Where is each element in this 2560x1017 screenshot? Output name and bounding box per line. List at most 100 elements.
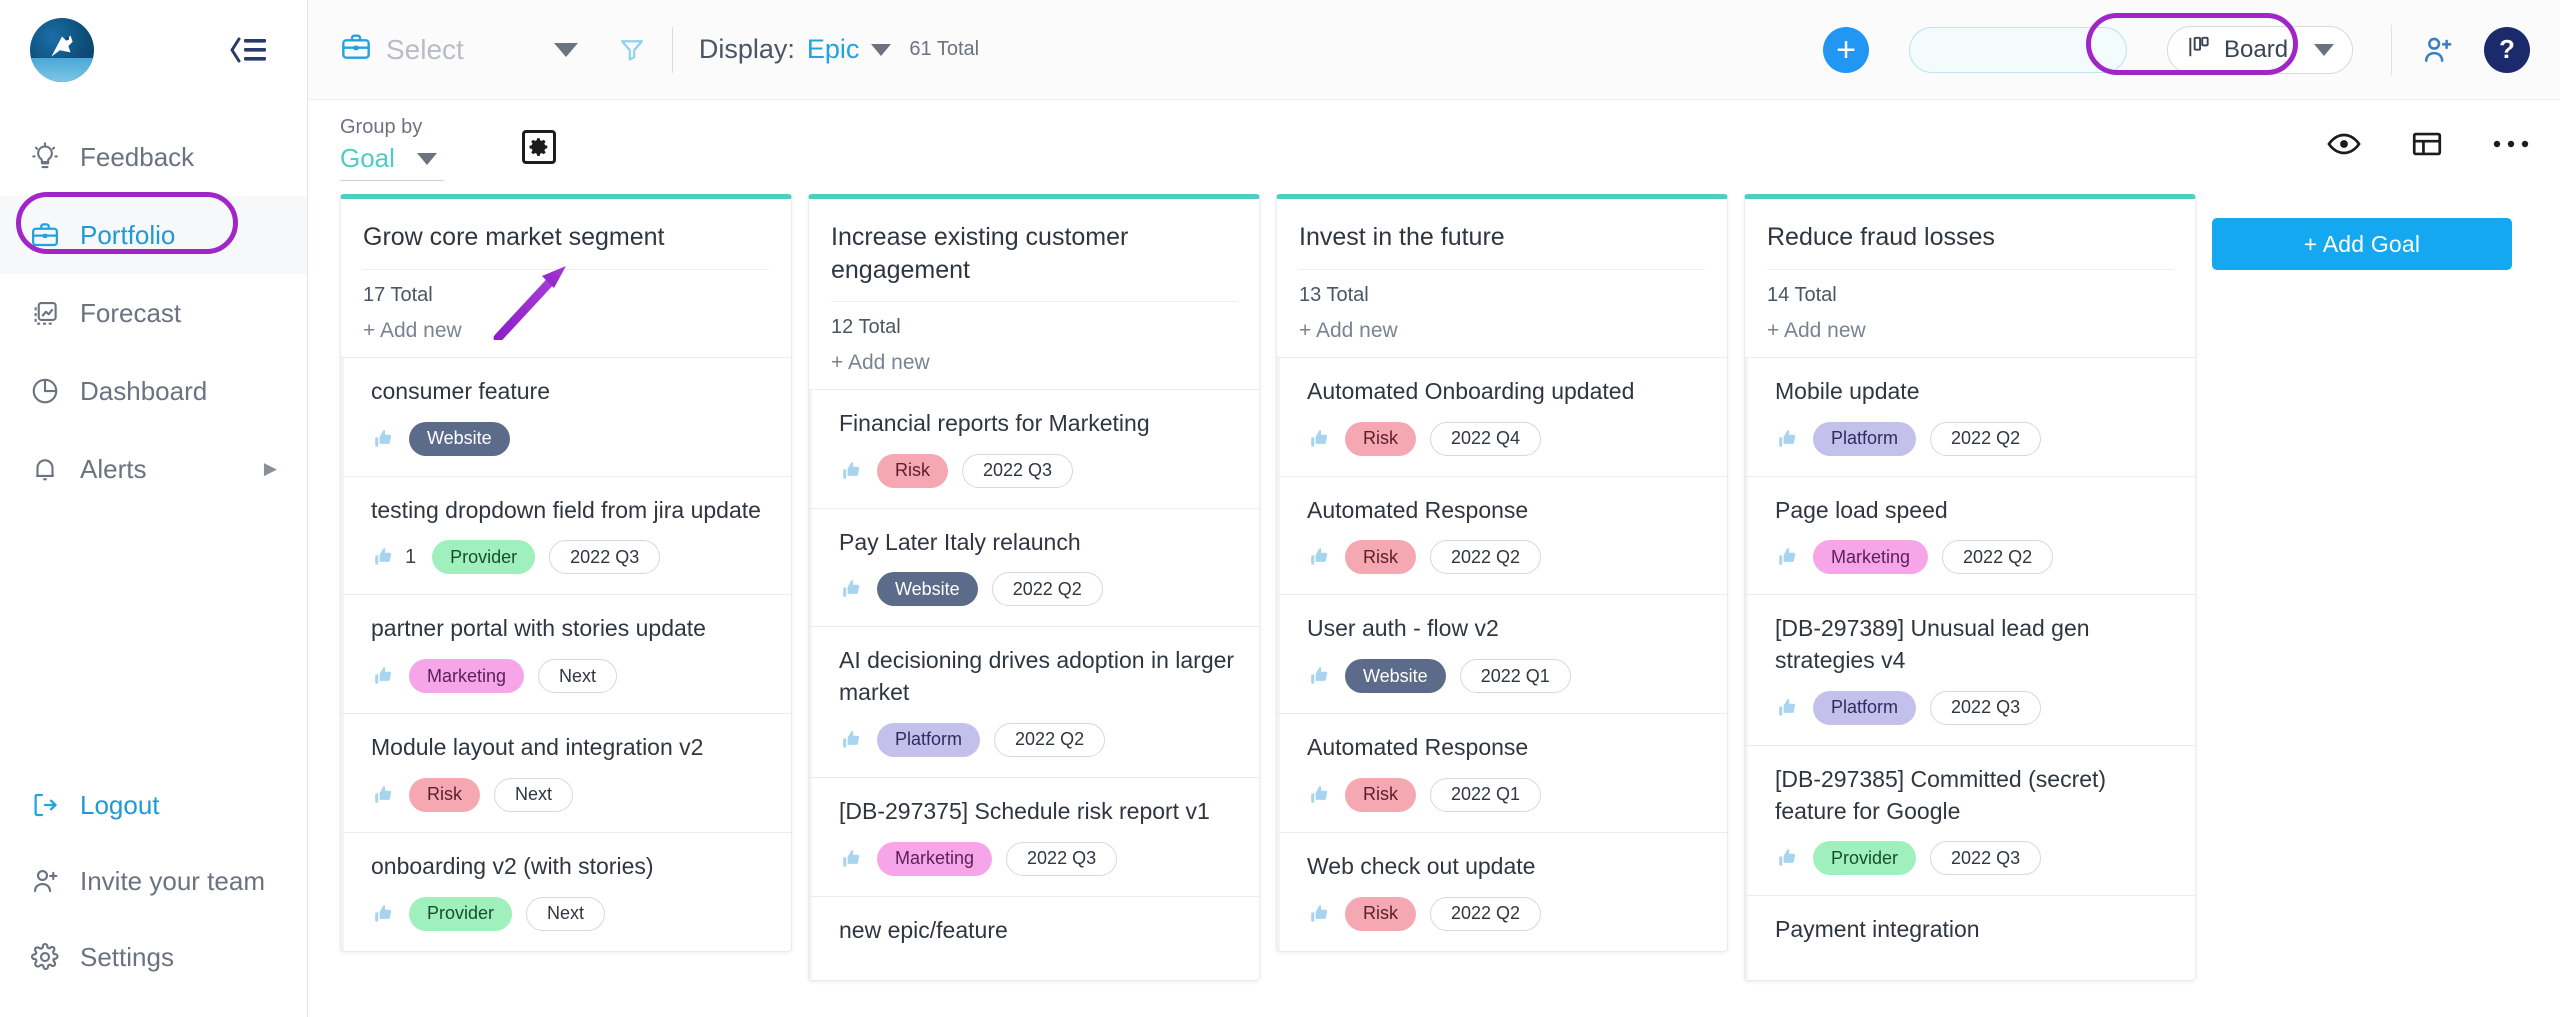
group-by-goal-dropdown[interactable]: Goal bbox=[340, 143, 444, 181]
thumbs-up-icon[interactable] bbox=[1775, 545, 1799, 569]
epic-card[interactable]: new epic/feature bbox=[809, 895, 1259, 981]
more-horizontal-icon[interactable] bbox=[2492, 137, 2530, 151]
timeframe-tag[interactable]: 2022 Q1 bbox=[1430, 777, 1542, 812]
thumbs-up-icon[interactable] bbox=[371, 427, 395, 451]
timeframe-tag[interactable]: 2022 Q2 bbox=[1430, 896, 1542, 931]
thumbs-up-icon[interactable] bbox=[839, 577, 863, 601]
thumbs-up-icon[interactable] bbox=[1775, 846, 1799, 870]
category-tag[interactable]: Marketing bbox=[877, 841, 993, 876]
add-item-button[interactable]: + bbox=[1823, 26, 1869, 73]
timeframe-tag[interactable]: 2022 Q2 bbox=[991, 572, 1103, 607]
epic-card[interactable]: Financial reports for Marketing Risk 2022 … bbox=[809, 389, 1259, 508]
add-new-item-link[interactable]: + Add new bbox=[341, 307, 791, 357]
epic-card[interactable]: partner portal with stories update Market… bbox=[341, 594, 791, 714]
timeframe-tag[interactable]: Next bbox=[538, 659, 618, 694]
epic-card[interactable]: [DB-297375] Schedule risk report v1 Marke… bbox=[809, 776, 1259, 896]
search-box[interactable] bbox=[1909, 26, 2196, 73]
timeframe-tag[interactable]: 2022 Q3 bbox=[549, 540, 661, 575]
thumbs-up-icon[interactable] bbox=[371, 545, 395, 569]
thumbs-up-icon[interactable] bbox=[1307, 783, 1331, 807]
group-by-chevron-down-icon[interactable] bbox=[416, 152, 437, 165]
category-tag[interactable]: Provider bbox=[409, 896, 513, 931]
add-new-item-link[interactable]: + Add new bbox=[809, 339, 1259, 389]
category-tag[interactable]: Provider bbox=[1813, 841, 1917, 876]
thumbs-up-icon[interactable] bbox=[1307, 664, 1331, 688]
timeframe-tag[interactable]: 2022 Q2 bbox=[994, 722, 1106, 757]
sidebar-item-portfolio[interactable]: Portfolio bbox=[0, 196, 307, 274]
sidebar-item-invite-your-team[interactable]: Invite your team bbox=[0, 843, 307, 919]
category-tag[interactable]: Website bbox=[409, 421, 510, 456]
epic-card[interactable]: [DB-297385] Committed (secret) feature f… bbox=[1745, 744, 2195, 896]
epic-card[interactable]: Page load speed Marketing 2022 Q2 bbox=[1745, 475, 2195, 595]
display-selector[interactable]: Display: Epic 61 Total bbox=[699, 34, 979, 65]
timeframe-tag[interactable]: 2022 Q4 bbox=[1430, 421, 1542, 456]
epic-card[interactable]: Automated Response Risk 2022 Q1 bbox=[1277, 713, 1727, 832]
category-tag[interactable]: Marketing bbox=[1813, 540, 1929, 575]
epic-card[interactable]: Payment integration bbox=[1745, 895, 2195, 981]
category-tag[interactable]: Provider bbox=[432, 540, 536, 575]
epic-card[interactable]: Automated Onboarding updated Risk 2022 Q4 bbox=[1277, 357, 1727, 476]
funnel-icon[interactable] bbox=[618, 36, 646, 64]
thumbs-up-icon[interactable] bbox=[371, 664, 395, 688]
category-tag[interactable]: Risk bbox=[409, 777, 480, 812]
thumbs-up-icon[interactable] bbox=[371, 902, 395, 926]
timeframe-tag[interactable]: 2022 Q1 bbox=[1459, 659, 1571, 694]
sidebar-item-forecast[interactable]: Forecast bbox=[0, 274, 307, 352]
category-tag[interactable]: Platform bbox=[1813, 421, 1917, 456]
epic-card[interactable]: Pay Later Italy relaunch Website 2022 Q2 bbox=[809, 507, 1259, 627]
timeframe-tag[interactable]: 2022 Q3 bbox=[1930, 841, 2042, 876]
sidebar-item-logout[interactable]: Logout bbox=[0, 767, 307, 843]
project-select-chevron-down-icon[interactable] bbox=[553, 42, 578, 57]
epic-card[interactable]: consumer feature Website bbox=[341, 357, 791, 476]
timeframe-tag[interactable]: 2022 Q2 bbox=[1430, 540, 1542, 575]
board-view-selector[interactable]: Board bbox=[2167, 25, 2353, 74]
timeframe-tag[interactable]: 2022 Q2 bbox=[1930, 421, 2042, 456]
timeframe-tag[interactable]: 2022 Q3 bbox=[962, 453, 1074, 488]
thumbs-up-icon[interactable] bbox=[1307, 545, 1331, 569]
epic-card[interactable]: Mobile update Platform 2022 Q2 bbox=[1745, 357, 2195, 476]
help-button[interactable]: ? bbox=[2484, 26, 2530, 73]
search-input[interactable] bbox=[1928, 38, 2173, 61]
category-tag[interactable]: Website bbox=[1345, 659, 1446, 694]
epic-card[interactable]: testing dropdown field from jira update 1… bbox=[341, 475, 791, 595]
epic-card[interactable]: User auth - flow v2 Website 2022 Q1 bbox=[1277, 594, 1727, 714]
category-tag[interactable]: Risk bbox=[1345, 421, 1416, 456]
category-tag[interactable]: Platform bbox=[877, 722, 981, 757]
thumbs-up-icon[interactable] bbox=[1307, 427, 1331, 451]
board-chevron-down-icon[interactable] bbox=[2314, 43, 2334, 56]
epic-card[interactable]: Web check out update Risk 2022 Q2 bbox=[1277, 831, 1727, 951]
category-tag[interactable]: Website bbox=[877, 572, 978, 607]
settings-square-icon[interactable] bbox=[522, 130, 556, 164]
display-chevron-down-icon[interactable] bbox=[871, 43, 892, 56]
timeframe-tag[interactable]: Next bbox=[526, 896, 606, 931]
timeframe-tag[interactable]: Next bbox=[494, 777, 574, 812]
timeframe-tag[interactable]: 2022 Q3 bbox=[1006, 841, 1118, 876]
collapse-sidebar-icon[interactable] bbox=[219, 27, 277, 73]
thumbs-up-icon[interactable] bbox=[1775, 696, 1799, 720]
thumbs-up-icon[interactable] bbox=[371, 783, 395, 807]
project-select[interactable]: Select bbox=[340, 31, 464, 68]
layout-icon[interactable] bbox=[2410, 127, 2444, 161]
thumbs-up-icon[interactable] bbox=[1775, 427, 1799, 451]
epic-card[interactable]: onboarding v2 (with stories) Provider Next bbox=[341, 831, 791, 951]
add-goal-button[interactable]: + Add Goal bbox=[2212, 218, 2512, 270]
category-tag[interactable]: Risk bbox=[1345, 777, 1416, 812]
epic-card[interactable]: Automated Response Risk 2022 Q2 bbox=[1277, 475, 1727, 595]
invite-user-icon[interactable] bbox=[2420, 33, 2454, 67]
sidebar-item-alerts[interactable]: Alerts ▶ bbox=[0, 430, 307, 508]
category-tag[interactable]: Platform bbox=[1813, 690, 1917, 725]
category-tag[interactable]: Risk bbox=[877, 453, 948, 488]
epic-card[interactable]: [DB-297389] Unusual lead gen strategies … bbox=[1745, 594, 2195, 745]
epic-card[interactable]: AI decisioning drives adoption in larger… bbox=[809, 626, 1259, 777]
category-tag[interactable]: Marketing bbox=[409, 659, 525, 694]
sidebar-item-settings[interactable]: Settings bbox=[0, 919, 307, 995]
thumbs-up-icon[interactable] bbox=[839, 459, 863, 483]
add-new-item-link[interactable]: + Add new bbox=[1745, 307, 2195, 357]
thumbs-up-icon[interactable] bbox=[839, 728, 863, 752]
thumbs-up-icon[interactable] bbox=[839, 847, 863, 871]
timeframe-tag[interactable]: 2022 Q2 bbox=[1942, 540, 2054, 575]
thumbs-up-icon[interactable] bbox=[1307, 902, 1331, 926]
category-tag[interactable]: Risk bbox=[1345, 896, 1416, 931]
sidebar-item-dashboard[interactable]: Dashboard bbox=[0, 352, 307, 430]
category-tag[interactable]: Risk bbox=[1345, 540, 1416, 575]
